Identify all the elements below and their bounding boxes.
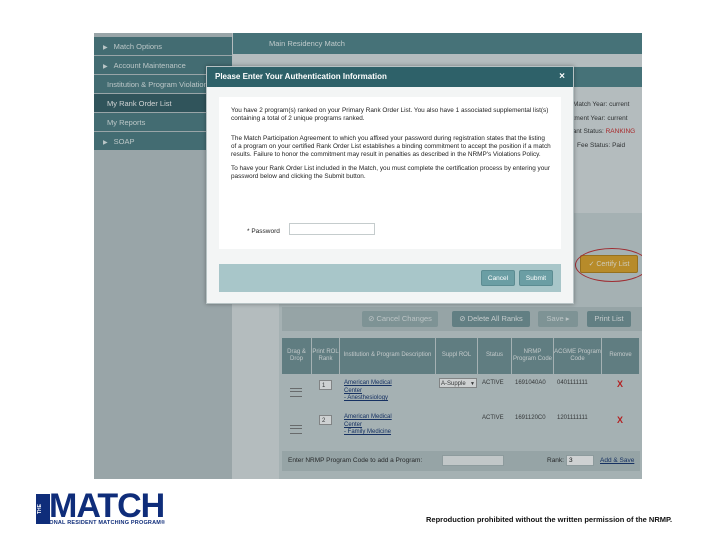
password-label: * Password	[247, 228, 280, 235]
dialog-body: You have 2 program(s) ranked on your Pri…	[219, 97, 561, 249]
dialog-footer: Cancel Submit	[219, 264, 561, 292]
submit-button[interactable]: Submit	[519, 270, 553, 286]
close-icon[interactable]: ×	[559, 67, 565, 87]
authentication-dialog: Please Enter Your Authentication Informa…	[206, 66, 574, 304]
ranked-summary-text: You have 2 program(s) ranked on your Pri…	[231, 107, 549, 122]
logo-tagline: NATIONAL RESIDENT MATCHING PROGRAM®	[36, 520, 166, 526]
agreement-text: The Match Participation Agreement to whi…	[231, 135, 551, 158]
password-field[interactable]	[289, 223, 375, 235]
cancel-button[interactable]: Cancel	[481, 270, 515, 286]
logo: MATCH	[49, 487, 165, 525]
instructions-text: To have your Rank Order List included in…	[231, 165, 550, 180]
dialog-title: Please Enter Your Authentication Informa…	[207, 67, 573, 87]
copyright-note: Reproduction prohibited without the writ…	[426, 515, 673, 524]
app-frame: ▶ Match Options ▶ Account Maintenance Inst…	[94, 33, 642, 479]
